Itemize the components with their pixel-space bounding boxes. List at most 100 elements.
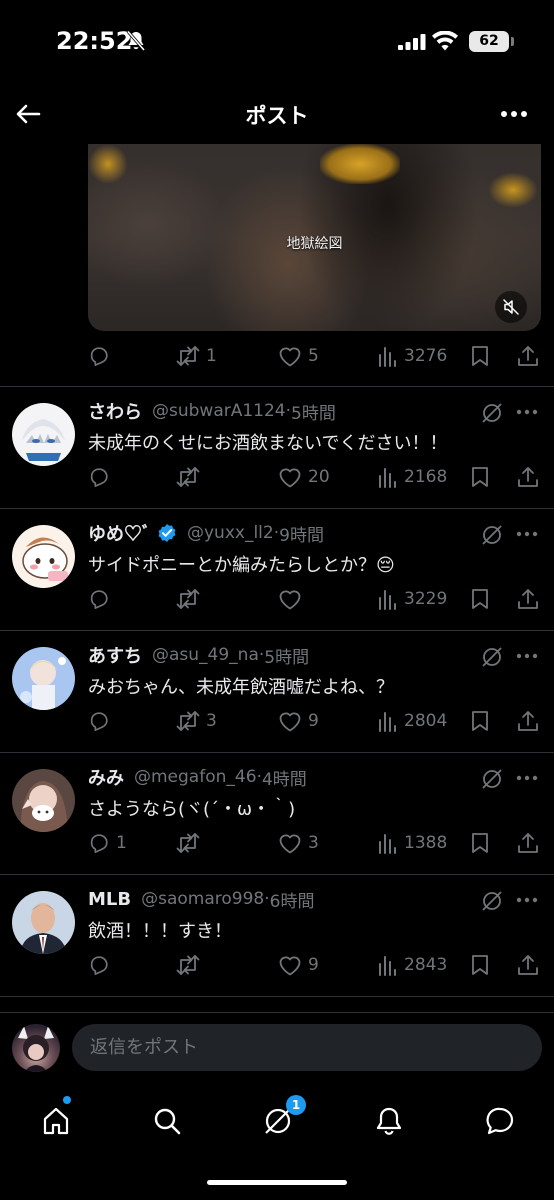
reply-button[interactable]: [88, 463, 116, 491]
avatar[interactable]: [12, 891, 75, 954]
repost-button[interactable]: [176, 829, 206, 857]
avatar[interactable]: [12, 769, 75, 832]
home-indicator: [207, 1180, 347, 1185]
views-icon: [379, 712, 396, 732]
bookmark-button[interactable]: [471, 951, 489, 979]
avatar[interactable]: [12, 525, 75, 588]
views-button[interactable]: 3276: [378, 342, 447, 370]
views-count: 3229: [404, 589, 448, 609]
video-highlight: [488, 172, 538, 208]
bell-muted-icon: [126, 30, 146, 52]
share-button[interactable]: [517, 463, 539, 491]
mute-icon: [503, 299, 519, 315]
avatar[interactable]: [12, 647, 75, 710]
avatar[interactable]: [12, 403, 75, 466]
display-name[interactable]: あすち: [88, 642, 142, 668]
views-count: 1388: [404, 833, 448, 853]
handle[interactable]: @yuxx_ll2: [187, 523, 274, 543]
repost-button[interactable]: [176, 585, 206, 613]
like-button[interactable]: 3: [278, 829, 319, 857]
share-button[interactable]: [517, 829, 539, 857]
reply-text: さようなら(ヾ(´・ω・｀): [88, 799, 296, 820]
user-avatar[interactable]: [12, 1024, 60, 1072]
handle[interactable]: @subwarA1124: [152, 401, 286, 421]
timestamp: 5時間: [264, 647, 310, 668]
like-button[interactable]: 20: [278, 463, 330, 491]
like-button[interactable]: [278, 585, 308, 613]
tab-home[interactable]: [32, 1097, 80, 1145]
views-button[interactable]: 2804: [378, 707, 447, 735]
reply-button[interactable]: [88, 585, 116, 613]
views-button[interactable]: 2168: [378, 463, 447, 491]
tab-search[interactable]: [143, 1097, 191, 1145]
repost-button[interactable]: 3: [176, 707, 217, 735]
more-icon[interactable]: [500, 110, 528, 118]
display-name[interactable]: さわら: [88, 398, 142, 424]
views-icon: [379, 590, 396, 610]
views-icon: [379, 834, 396, 854]
reply-button[interactable]: [88, 707, 116, 735]
reply-button[interactable]: 1: [88, 829, 127, 857]
more-icon[interactable]: [516, 653, 538, 659]
views-icon: [379, 956, 396, 976]
tab-messages[interactable]: [476, 1097, 524, 1145]
more-icon[interactable]: [516, 897, 538, 903]
bookmark-button[interactable]: [471, 342, 489, 370]
bookmark-icon: [472, 711, 488, 731]
share-button[interactable]: [517, 707, 539, 735]
reply-post[interactable]: あすち @asu_49_na · 5時間 みおちゃん、未成年飲酒嘘だよね、？ 3 9 2804: [0, 631, 554, 753]
repost-button[interactable]: [176, 951, 206, 979]
reply-post[interactable]: MLB @saomaro998 · 6時間 飲酒！！！すき！ 9 2843: [0, 875, 554, 997]
handle[interactable]: @megafon_46: [134, 767, 257, 787]
reply-input[interactable]: [72, 1024, 542, 1071]
reply-button[interactable]: [88, 342, 110, 370]
grok-icon[interactable]: [480, 889, 504, 913]
bookmark-button[interactable]: [471, 585, 489, 613]
display-name[interactable]: ゆめ♡ﾞ: [88, 520, 151, 546]
reply-button[interactable]: [88, 951, 116, 979]
video-highlight: [320, 144, 400, 184]
repost-button[interactable]: [176, 463, 206, 491]
views-button[interactable]: 3229: [378, 585, 447, 613]
like-icon: [279, 712, 301, 732]
display-name[interactable]: MLB: [88, 889, 131, 910]
like-button[interactable]: 9: [278, 707, 319, 735]
bookmark-button[interactable]: [471, 707, 489, 735]
share-button[interactable]: [517, 951, 539, 979]
like-button[interactable]: 5: [278, 342, 319, 370]
views-button[interactable]: 1388: [378, 829, 447, 857]
like-count: 9: [308, 711, 319, 731]
more-icon[interactable]: [516, 775, 538, 781]
timestamp: 6時間: [269, 891, 315, 912]
bookmark-button[interactable]: [471, 829, 489, 857]
post-video[interactable]: 地獄絵図: [88, 144, 541, 331]
grok-icon[interactable]: [480, 401, 504, 425]
reply-header: あすち @asu_49_na · 5時間: [88, 642, 310, 668]
views-count: 2804: [404, 711, 448, 731]
share-icon: [518, 467, 538, 487]
handle[interactable]: @saomaro998: [141, 889, 264, 909]
share-icon: [518, 833, 538, 853]
share-icon: [518, 589, 538, 609]
mute-button[interactable]: [495, 291, 527, 323]
views-button[interactable]: 2843: [378, 951, 447, 979]
share-button[interactable]: [517, 585, 539, 613]
status-time: 22:52: [56, 27, 133, 55]
like-count: 9: [308, 955, 319, 975]
more-icon[interactable]: [516, 409, 538, 415]
bookmark-button[interactable]: [471, 463, 489, 491]
grok-icon[interactable]: [480, 523, 504, 547]
reply-post[interactable]: ゆめ♡ﾞ @yuxx_ll2 · 9時間 サイドポニーとか編みたらしとか？😔 3229: [0, 509, 554, 631]
tab-notifications[interactable]: [365, 1097, 413, 1145]
reply-post[interactable]: さわら @subwarA1124 · 5時間 未成年のくせにお酒飲まないでください！！ 2…: [0, 387, 554, 509]
reply-header: ゆめ♡ﾞ @yuxx_ll2 · 9時間: [88, 520, 324, 546]
repost-button[interactable]: 1: [176, 342, 217, 370]
reply-post[interactable]: みみ @megafon_46 · 4時間 さようなら(ヾ(´・ω・｀) 1 3 1388: [0, 753, 554, 875]
grok-icon[interactable]: [480, 645, 504, 669]
like-button[interactable]: 9: [278, 951, 319, 979]
share-button[interactable]: [517, 342, 539, 370]
display-name[interactable]: みみ: [88, 764, 124, 790]
handle[interactable]: @asu_49_na: [152, 645, 259, 665]
grok-icon[interactable]: [480, 767, 504, 791]
more-icon[interactable]: [516, 531, 538, 537]
